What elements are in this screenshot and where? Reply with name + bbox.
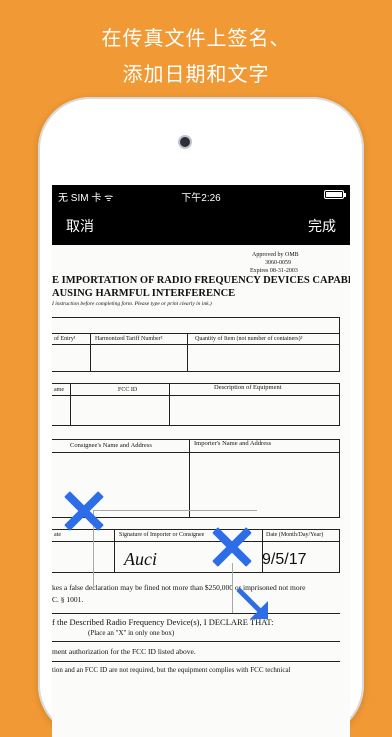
document-title-line-1: E IMPORTATION OF RADIO FREQUENCY DEVICES…: [52, 275, 350, 286]
form-rule: [189, 439, 190, 517]
form-rule: [52, 613, 340, 614]
camera-icon: [180, 137, 190, 147]
form-rule: [52, 452, 340, 453]
cancel-button[interactable]: 取消: [66, 216, 94, 236]
form-rule: [169, 383, 170, 425]
phone-frame: 无 SIM 卡 ᯤ 下午2:26 取消 完成 Approved by OMB 3…: [38, 97, 364, 737]
nav-bar: 取消 完成: [52, 205, 350, 245]
form-rule: [52, 541, 340, 542]
form-rule: [52, 344, 340, 345]
header-signature: Signature of Importer or Consignee: [119, 532, 205, 538]
headline-line-2: 添加日期和文字: [122, 62, 270, 86]
x-mark-icon[interactable]: [61, 489, 105, 533]
place-x-text: (Place an "X" in only one box): [88, 629, 175, 637]
signature-stroke[interactable]: Auci: [124, 549, 157, 570]
form-rule: [339, 383, 340, 425]
form-rule: [90, 333, 91, 371]
form-rule: [339, 439, 340, 517]
header-importer: Importer's Name and Address: [194, 440, 272, 447]
form-rule: [114, 529, 115, 573]
header-tariff: Harmonized Tariff Number²: [95, 336, 163, 342]
authorization-text: ment authorization for the FCC ID listed…: [52, 647, 196, 656]
date-stamp[interactable]: 9/5/17: [262, 551, 306, 569]
x-mark-icon[interactable]: [209, 525, 253, 569]
form-rule: [52, 317, 340, 318]
header-date: Date (Month/Day/Year): [266, 532, 324, 538]
approved-line-3: Expires 08-31-2003: [250, 268, 298, 274]
form-rule: [52, 425, 340, 426]
instructions-text: I instruction before completing form. Pl…: [52, 301, 212, 307]
done-button[interactable]: 完成: [308, 216, 336, 236]
document-title-line-2: AUSING HARMFUL INTERFERENCE: [52, 288, 236, 299]
header-name: ame: [54, 387, 64, 393]
approved-line-1: Approved by OMB: [252, 252, 299, 258]
form-rule: [52, 395, 340, 396]
resize-arrow-icon[interactable]: [234, 585, 278, 629]
header-ate: ate: [54, 532, 61, 538]
battery-icon: [324, 190, 346, 199]
form-rule: [339, 317, 340, 371]
battery-fill: [326, 192, 342, 197]
usc-text: C. § 1001.: [52, 595, 84, 604]
approved-line-2: 3060-0059: [265, 260, 291, 266]
app-screen: 无 SIM 卡 ᯤ 下午2:26 取消 完成 Approved by OMB 3…: [52, 185, 350, 737]
form-rule: [52, 371, 340, 372]
form-rule: [52, 383, 340, 384]
form-rule: [52, 641, 340, 642]
placement-guide: [93, 510, 257, 512]
form-rule: [187, 333, 188, 371]
form-rule: [52, 572, 340, 573]
equipment-text: tion and an FCC ID are not required, but…: [52, 666, 291, 674]
fax-document[interactable]: Approved by OMB 3060-0059 Expires 08-31-…: [52, 245, 350, 737]
status-bar: 无 SIM 卡 ᯤ 下午2:26: [52, 185, 350, 205]
header-fccid: FCC ID: [118, 387, 138, 393]
header-quantity: Quantity of Item (not number of containe…: [195, 336, 303, 342]
status-time: 下午2:26: [181, 193, 221, 204]
form-rule: [52, 333, 340, 334]
header-consignee: Consignee's Name and Address: [70, 442, 152, 449]
form-rule: [52, 661, 340, 662]
form-rule: [70, 383, 71, 425]
form-rule: [339, 529, 340, 573]
header-description: Description of Equipment: [214, 384, 282, 391]
header-entry: of Entry¹: [54, 336, 76, 342]
headline-line-1: 在传真文件上签名、: [101, 26, 291, 50]
